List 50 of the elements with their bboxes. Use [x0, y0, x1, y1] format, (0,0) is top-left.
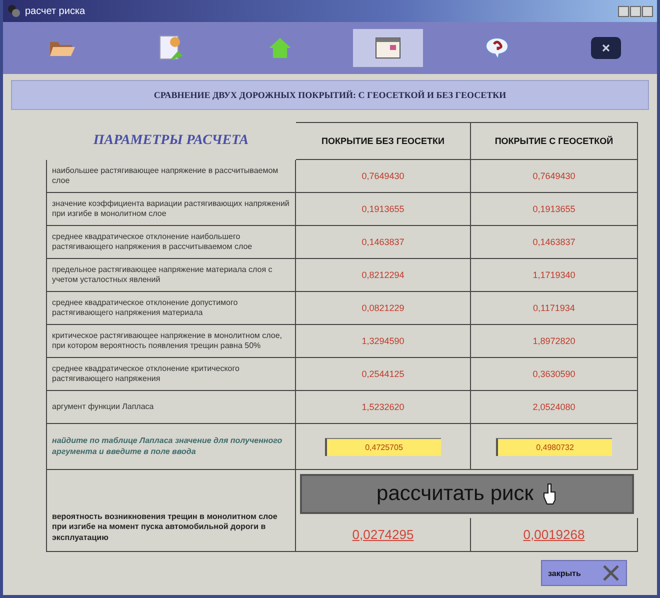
calculate-risk-button[interactable]: рассчитать риск: [300, 474, 634, 514]
value-cell: 1,5232620: [362, 402, 404, 412]
close-button[interactable]: [642, 6, 653, 16]
home-icon: [268, 37, 292, 59]
app-icon: [7, 4, 21, 18]
hand-cursor-icon: [543, 483, 558, 505]
probability-input[interactable]: 0,4725705: [325, 438, 441, 456]
close-form-button[interactable]: закрыть: [541, 560, 627, 586]
instruction-text: найдите по таблице Лапласа значение для полученного аргумента и введите в поле ввода: [52, 436, 284, 457]
value-cell: 1,8972820: [532, 336, 576, 346]
window-icon: [375, 37, 402, 59]
help-icon: [484, 36, 510, 60]
parameters-title: ПАРАМЕТРЫ РАСЧЕТА: [92, 132, 250, 150]
column-header: ПОКРЫТИЕ БЕЗ ГЕОСЕТКИ: [296, 122, 471, 160]
value-cell: 0,8212294: [362, 270, 404, 280]
maximize-button[interactable]: [630, 6, 641, 16]
parameter-label: среднее квадратическое отклонение допустимого растягивающего напряжения материала: [52, 298, 239, 318]
close-icon: [602, 564, 620, 582]
close-icon: [590, 36, 622, 60]
toolbar-button[interactable]: [353, 29, 424, 67]
value-cell: 0,1463837: [532, 237, 576, 247]
parameter-label: среднее квадратическое отклонение критического растягивающего напряжения: [52, 364, 240, 384]
parameter-label: значение коэффициента вариации растягивающих напряжений при изгибе в монолитном слое: [52, 199, 290, 219]
minimize-button[interactable]: [618, 6, 629, 16]
value-cell: 0,1463837: [362, 237, 404, 247]
value-cell: 0,3630590: [532, 369, 576, 379]
column-header: ПОКРЫТИЕ С ГЕОСЕТКОЙ: [471, 122, 638, 160]
comparison-heading: СРАВНЕНИЕ ДВУХ ДОРОЖНЫХ ПОКРЫТИЙ: С ГЕОСЕТКОЙ И БЕЗ ГЕОСЕТКИ: [11, 80, 649, 110]
value-cell: 0,7649430: [362, 171, 404, 181]
value-cell: 0,1171934: [533, 303, 575, 313]
risk-label: вероятность возникновения трещин в монолитном слое при изгибе на момент пуска автомобильной дороги в эксплуатацию: [52, 512, 278, 543]
value-cell: 0,1913655: [362, 204, 404, 214]
window-title: расчет риска: [25, 6, 86, 16]
parameter-label: критическое растягивающее напряжение в монолитном слое, при котором вероятность появления трещин равна 50%: [52, 331, 284, 351]
value-cell: 1,3294590: [362, 336, 404, 346]
folder-icon: [48, 39, 76, 57]
risk-value-link[interactable]: 0,0019268: [523, 527, 585, 542]
parameter-label: аргумент функции Лапласа: [52, 402, 154, 412]
parameter-label: среднее квадратическое отклонение наибольшего растягивающего напряжения в рассчитываемом слое: [52, 232, 254, 252]
value-cell: 0,2544125: [362, 369, 404, 379]
parameter-label: наибольшее растягивающее напряжение в рассчитываемом слое: [52, 166, 280, 186]
document-icon: [158, 34, 184, 62]
value-cell: 1,1719340: [532, 270, 576, 280]
parameter-label: предельное растягивающее напряжение материала слоя с учетом усталостных явлений: [52, 265, 274, 285]
probability-input[interactable]: 0,4980732: [496, 438, 612, 456]
risk-value-link[interactable]: 0,0274295: [352, 527, 414, 542]
value-cell: 2,0524080: [532, 402, 576, 412]
value-cell: 0,1913655: [532, 204, 576, 214]
value-cell: 0,7649430: [532, 171, 576, 181]
value-cell: 0,0821229: [362, 303, 404, 313]
